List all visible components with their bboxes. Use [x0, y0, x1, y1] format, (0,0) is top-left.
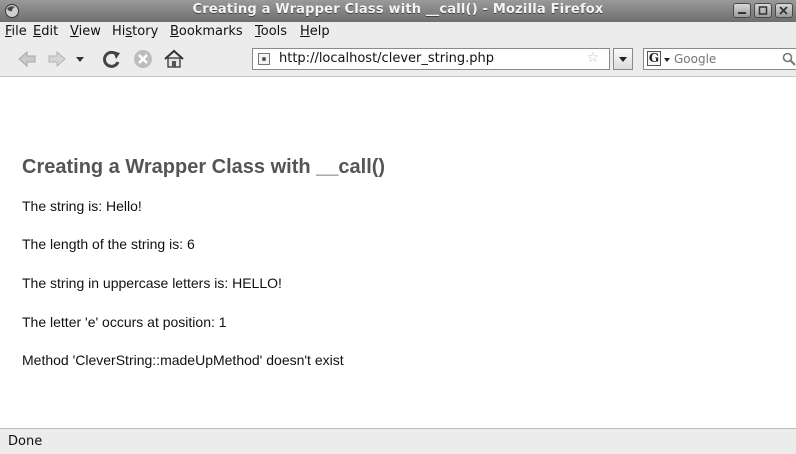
menu-help[interactable]: Help [300, 24, 330, 39]
maximize-icon [758, 6, 768, 15]
search-engine-dropdown-icon[interactable] [664, 58, 670, 62]
menu-history-pre: Hi [112, 24, 126, 39]
page-heading: Creating a Wrapper Class with __call() [22, 156, 386, 178]
menu-history-post: tory [132, 24, 159, 39]
close-icon [779, 6, 788, 15]
menu-help-key: H [300, 24, 310, 39]
menu-edit-post: dit [41, 24, 59, 39]
window-titlebar[interactable]: Creating a Wrapper Class with __call() -… [0, 0, 796, 22]
stop-icon[interactable] [132, 48, 154, 70]
menu-view-post: iew [78, 24, 101, 39]
back-arrow-icon[interactable] [16, 48, 38, 70]
status-bar: Done [0, 428, 796, 454]
menu-file[interactable]: File [5, 24, 27, 39]
chevron-down-icon[interactable] [74, 48, 86, 70]
menu-tools-post: ools [260, 24, 288, 39]
menu-edit[interactable]: Edit [33, 24, 58, 39]
status-text: Done [8, 434, 43, 449]
url-text[interactable]: http://localhost/clever_string.php [279, 51, 494, 66]
menu-tools[interactable]: Tools [255, 24, 287, 39]
close-button[interactable] [775, 3, 793, 18]
maximize-button[interactable] [754, 3, 772, 18]
minimize-button[interactable] [733, 3, 751, 18]
forward-arrow-icon[interactable] [46, 48, 68, 70]
menu-history[interactable]: History [112, 24, 158, 39]
output-line-string: The string is: Hello! [22, 198, 142, 214]
search-bar[interactable]: G [643, 48, 796, 70]
menu-help-post: elp [309, 24, 330, 39]
star-icon[interactable]: ☆ [586, 50, 599, 66]
output-line-error: Method 'CleverString::madeUpMethod' does… [22, 352, 344, 368]
menu-bookmarks-key: B [170, 24, 179, 39]
menu-file-post: ile [11, 24, 27, 39]
menu-bar: File Edit View History Bookmarks Tools H… [0, 22, 796, 42]
search-engine-icon[interactable]: G [647, 51, 661, 66]
reload-icon[interactable] [101, 48, 123, 70]
search-input[interactable] [674, 51, 774, 67]
menu-view[interactable]: View [70, 24, 101, 39]
page-content: Creating a Wrapper Class with __call() T… [0, 77, 796, 428]
window-title: Creating a Wrapper Class with __call() -… [192, 2, 604, 17]
menu-bookmarks-post: ookmarks [178, 24, 243, 39]
output-line-uppercase: The string in uppercase letters is: HELL… [22, 275, 282, 291]
menu-view-key: V [70, 24, 79, 39]
minimize-icon [738, 12, 746, 14]
url-dropdown-button[interactable] [613, 48, 633, 70]
page-icon [258, 53, 270, 65]
address-bar[interactable]: http://localhost/clever_string.php ☆ [252, 48, 610, 70]
menu-bookmarks[interactable]: Bookmarks [170, 24, 243, 39]
output-line-position: The letter 'e' occurs at position: 1 [22, 314, 227, 330]
output-line-length: The length of the string is: 6 [22, 236, 195, 252]
navigation-toolbar: http://localhost/clever_string.php ☆ G [0, 42, 796, 77]
menu-edit-key: E [33, 24, 42, 39]
home-icon[interactable] [163, 48, 185, 70]
magnifier-icon[interactable] [782, 52, 796, 66]
